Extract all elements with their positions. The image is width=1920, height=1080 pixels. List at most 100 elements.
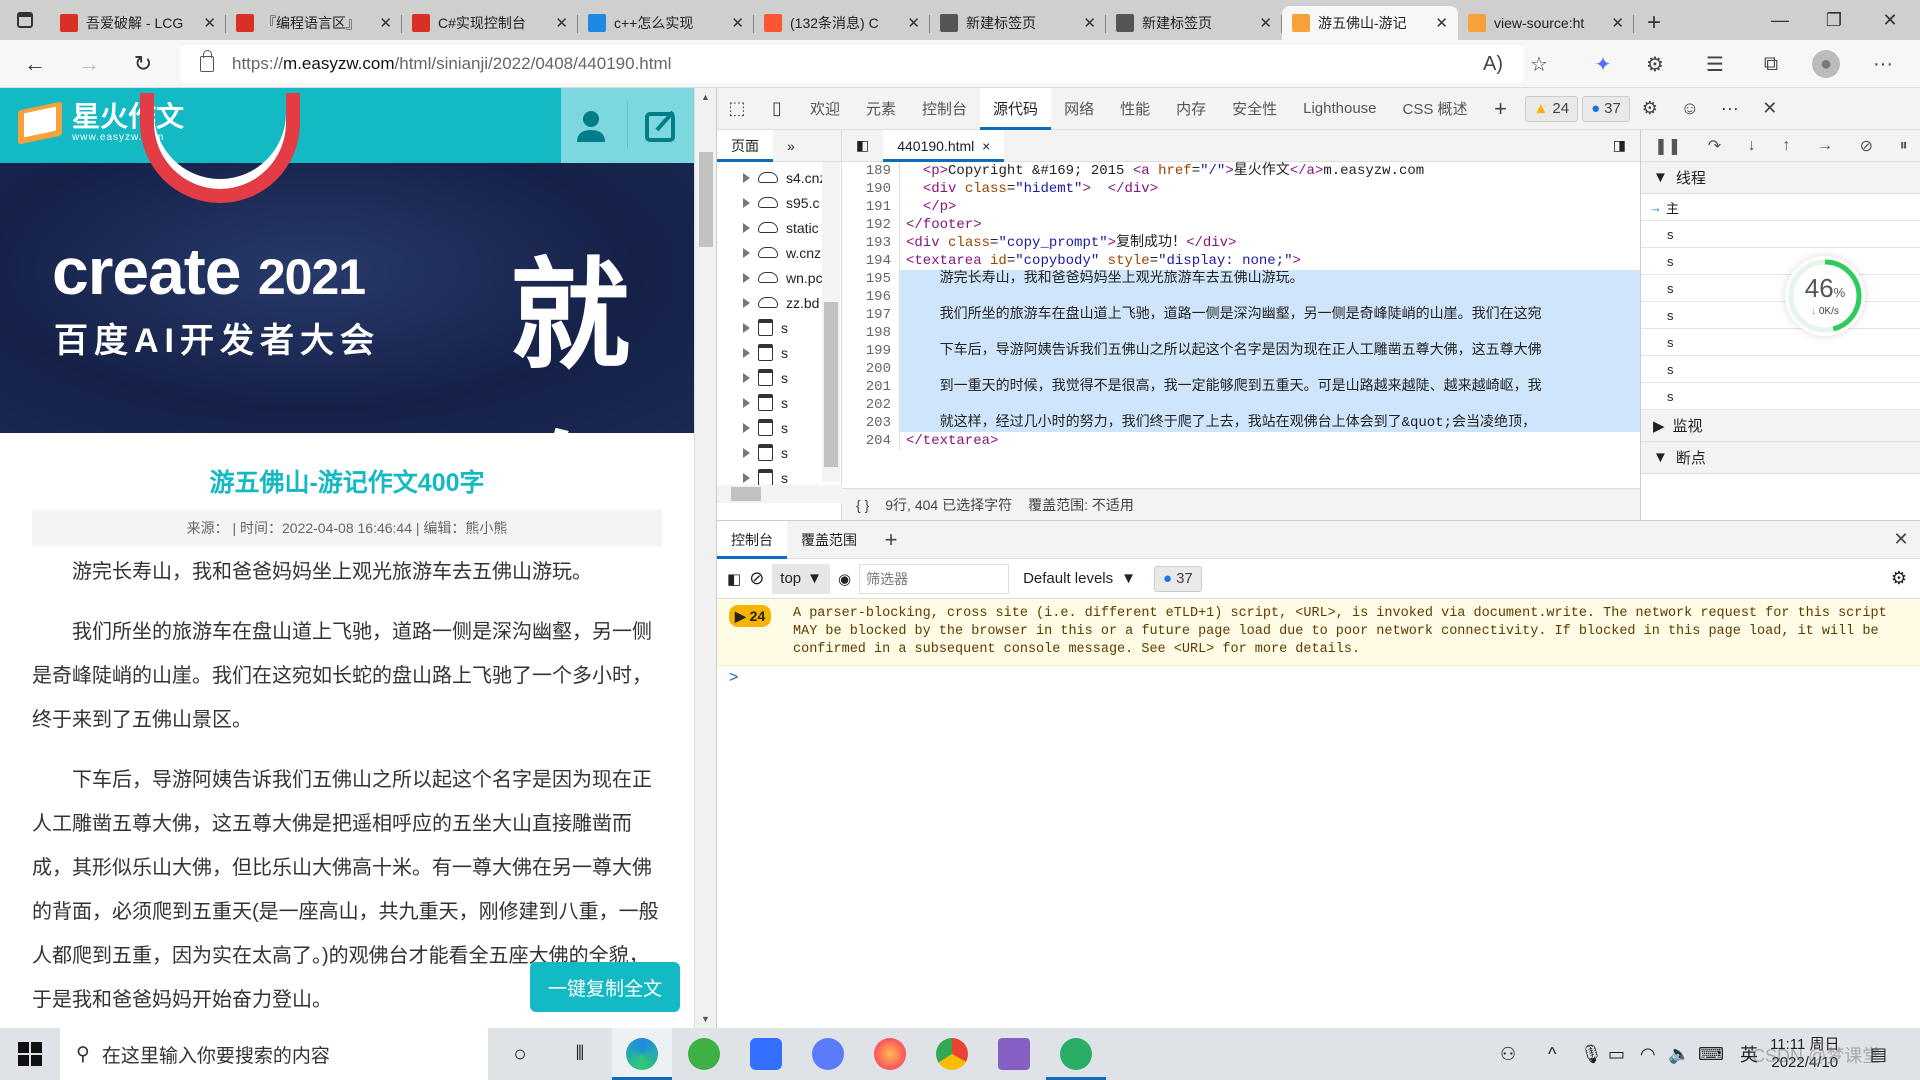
line-number[interactable]: 198 bbox=[842, 324, 900, 342]
code-line[interactable]: 192 </footer> bbox=[842, 216, 1640, 234]
thread-item[interactable]: s bbox=[1641, 302, 1920, 329]
drawer-tab[interactable]: 控制台 bbox=[717, 520, 787, 559]
expand-arrow-icon[interactable] bbox=[743, 422, 750, 433]
refresh-button[interactable]: ↻ bbox=[126, 48, 160, 80]
close-tab-icon[interactable]: ✕ bbox=[379, 14, 392, 32]
code-line[interactable]: 189 <p>Copyright &#169; 2015 <a href="/"… bbox=[842, 162, 1640, 180]
line-number[interactable]: 201 bbox=[842, 378, 900, 396]
page-scrollbar[interactable]: ▲ ▼ bbox=[694, 88, 716, 1028]
close-tab-icon[interactable]: ✕ bbox=[1611, 14, 1624, 32]
line-number[interactable]: 193 bbox=[842, 234, 900, 252]
code-view[interactable]: 189 <p>Copyright &#169; 2015 <a href="/"… bbox=[842, 162, 1640, 462]
ad-banner[interactable]: create 2021 百度AI开发者大会 就在 bbox=[0, 93, 694, 557]
copy-all-button[interactable]: 一键复制全文 bbox=[530, 962, 680, 1012]
line-number[interactable]: 197 bbox=[842, 306, 900, 324]
expand-arrow-icon[interactable] bbox=[743, 172, 750, 183]
line-number[interactable]: 199 bbox=[842, 342, 900, 360]
minimize-button[interactable]: — bbox=[1752, 0, 1808, 40]
devtools-tab[interactable]: 网络 bbox=[1051, 88, 1107, 130]
favorites-icon[interactable]: ☰ bbox=[1700, 50, 1730, 78]
more-nav-tabs-icon[interactable]: » bbox=[773, 130, 809, 162]
feedback-icon[interactable]: ☺ bbox=[1670, 88, 1710, 130]
thread-item[interactable]: s bbox=[1641, 221, 1920, 248]
network-speed-widget[interactable]: 46% ↓ 0K/s bbox=[1785, 256, 1865, 336]
code-line[interactable]: 201 到一重天的时候，我觉得不是很高，我一定能够爬到五重天。可是山路越来越陡、… bbox=[842, 378, 1640, 396]
notification-icon[interactable]: ▤ bbox=[1870, 1028, 1887, 1080]
profile-avatar[interactable]: ● bbox=[1812, 50, 1840, 78]
line-number[interactable]: 195 bbox=[842, 270, 900, 288]
navigator-hscrollbar[interactable] bbox=[717, 485, 842, 503]
code-line[interactable]: 202 bbox=[842, 396, 1640, 414]
extensions-icon[interactable]: ⚙ bbox=[1640, 50, 1670, 78]
expand-arrow-icon[interactable] bbox=[743, 372, 750, 383]
code-line[interactable]: 199 下车后，导游阿姨告诉我们五佛山之所以起这个名字是因为现在正人工雕凿五尊大… bbox=[842, 342, 1640, 360]
start-button[interactable] bbox=[18, 1042, 42, 1066]
line-number[interactable]: 204 bbox=[842, 432, 900, 450]
step-icon[interactable]: → bbox=[1817, 137, 1833, 155]
code-line[interactable]: 203 就这样，经过几小时的努力，我们终于爬了上去，我站在观佛台上体会到了&qu… bbox=[842, 414, 1640, 432]
devtools-tab[interactable]: 安全性 bbox=[1219, 88, 1290, 130]
watch-section-header[interactable]: ▶ 监视 bbox=[1641, 410, 1920, 442]
taskbar-visual-studio[interactable] bbox=[984, 1028, 1044, 1080]
close-devtools-icon[interactable]: ✕ bbox=[1750, 88, 1790, 130]
volume-icon[interactable]: 🔈 bbox=[1668, 1028, 1690, 1080]
close-tab-icon[interactable]: ✕ bbox=[1435, 14, 1448, 32]
tab-actions-icon[interactable] bbox=[0, 0, 50, 40]
tab-page[interactable]: 页面 bbox=[717, 129, 773, 162]
line-number[interactable]: 194 bbox=[842, 252, 900, 270]
drawer-tab[interactable]: 覆盖范围 bbox=[787, 521, 871, 559]
task-view-icon[interactable]: ⫴ bbox=[550, 1028, 610, 1080]
more-tabs-plus-icon[interactable]: + bbox=[1481, 88, 1521, 130]
expand-arrow-icon[interactable] bbox=[743, 472, 750, 483]
more-menu-icon[interactable]: ··· bbox=[1868, 50, 1898, 78]
code-line[interactable]: 195 游完长寿山，我和爸爸妈妈坐上观光旅游车去五佛山游玩。 bbox=[842, 270, 1640, 288]
thread-item[interactable]: s bbox=[1641, 329, 1920, 356]
warnings-badge[interactable]: ▲ 24 bbox=[1524, 95, 1579, 122]
code-line[interactable]: 200 bbox=[842, 360, 1640, 378]
console-prompt[interactable]: > bbox=[717, 666, 1920, 690]
browser-tab[interactable]: (132条消息) C ✕ bbox=[754, 6, 930, 40]
threads-section-header[interactable]: ▼ 线程 bbox=[1641, 162, 1920, 194]
line-number[interactable]: 200 bbox=[842, 360, 900, 378]
browser-tab[interactable]: 新建标签页 ✕ bbox=[930, 6, 1106, 40]
thread-item[interactable]: s bbox=[1641, 275, 1920, 302]
code-line[interactable]: 191 </p> bbox=[842, 198, 1640, 216]
close-tab-icon[interactable]: ✕ bbox=[907, 14, 920, 32]
close-tab-icon[interactable]: ✕ bbox=[1083, 14, 1096, 32]
messages-badge[interactable]: ● 37 bbox=[1582, 95, 1630, 122]
forward-button[interactable]: → bbox=[72, 48, 106, 80]
cortana-icon[interactable]: ○ bbox=[490, 1028, 550, 1080]
step-over-icon[interactable]: ↷ bbox=[1708, 136, 1721, 156]
line-number[interactable]: 190 bbox=[842, 180, 900, 198]
wifi-icon[interactable]: ◠ bbox=[1640, 1028, 1656, 1080]
expand-arrow-icon[interactable] bbox=[743, 397, 750, 408]
expand-arrow-icon[interactable] bbox=[743, 197, 750, 208]
devtools-tab[interactable]: 源代码 bbox=[980, 87, 1052, 130]
pause-on-exceptions-icon[interactable]: ⏸ bbox=[1900, 137, 1908, 155]
close-window-button[interactable]: ✕ bbox=[1862, 0, 1918, 40]
taskbar-360-browser[interactable] bbox=[674, 1028, 734, 1080]
show-hidden-icons[interactable]: ^ bbox=[1548, 1028, 1556, 1080]
line-number[interactable]: 189 bbox=[842, 162, 900, 180]
step-out-icon[interactable]: ↑ bbox=[1782, 137, 1790, 155]
more-options-icon[interactable]: ··· bbox=[1710, 88, 1750, 130]
devtools-tab[interactable]: Lighthouse bbox=[1290, 88, 1389, 130]
url-field[interactable]: https://m.easyzw.com/html/sinianji/2022/… bbox=[180, 45, 1524, 83]
taskbar-edge[interactable] bbox=[612, 1028, 672, 1080]
code-line[interactable]: 196 bbox=[842, 288, 1640, 306]
live-expression-icon[interactable]: ◉ bbox=[838, 570, 851, 588]
close-tab-icon[interactable]: ✕ bbox=[555, 14, 568, 32]
log-levels-select[interactable]: Default levels ▼ bbox=[1017, 570, 1142, 587]
line-number[interactable]: 202 bbox=[842, 396, 900, 414]
close-tab-icon[interactable]: ✕ bbox=[1259, 14, 1272, 32]
console-settings-icon[interactable]: ⚙ bbox=[1891, 568, 1907, 589]
clear-console-icon[interactable]: ⊘ bbox=[749, 568, 764, 589]
browser-tab[interactable]: 吾爱破解 - LCG ✕ bbox=[50, 6, 226, 40]
thread-item[interactable]: s bbox=[1641, 356, 1920, 383]
taskbar-app-blue[interactable] bbox=[798, 1028, 858, 1080]
back-button[interactable]: ← bbox=[18, 48, 52, 80]
deactivate-breakpoints-icon[interactable]: ⊘ bbox=[1860, 136, 1873, 156]
battery-icon[interactable]: ▭ bbox=[1608, 1028, 1625, 1080]
close-tab-icon[interactable]: ✕ bbox=[203, 14, 216, 32]
devtools-tab[interactable]: 欢迎 bbox=[797, 88, 853, 130]
